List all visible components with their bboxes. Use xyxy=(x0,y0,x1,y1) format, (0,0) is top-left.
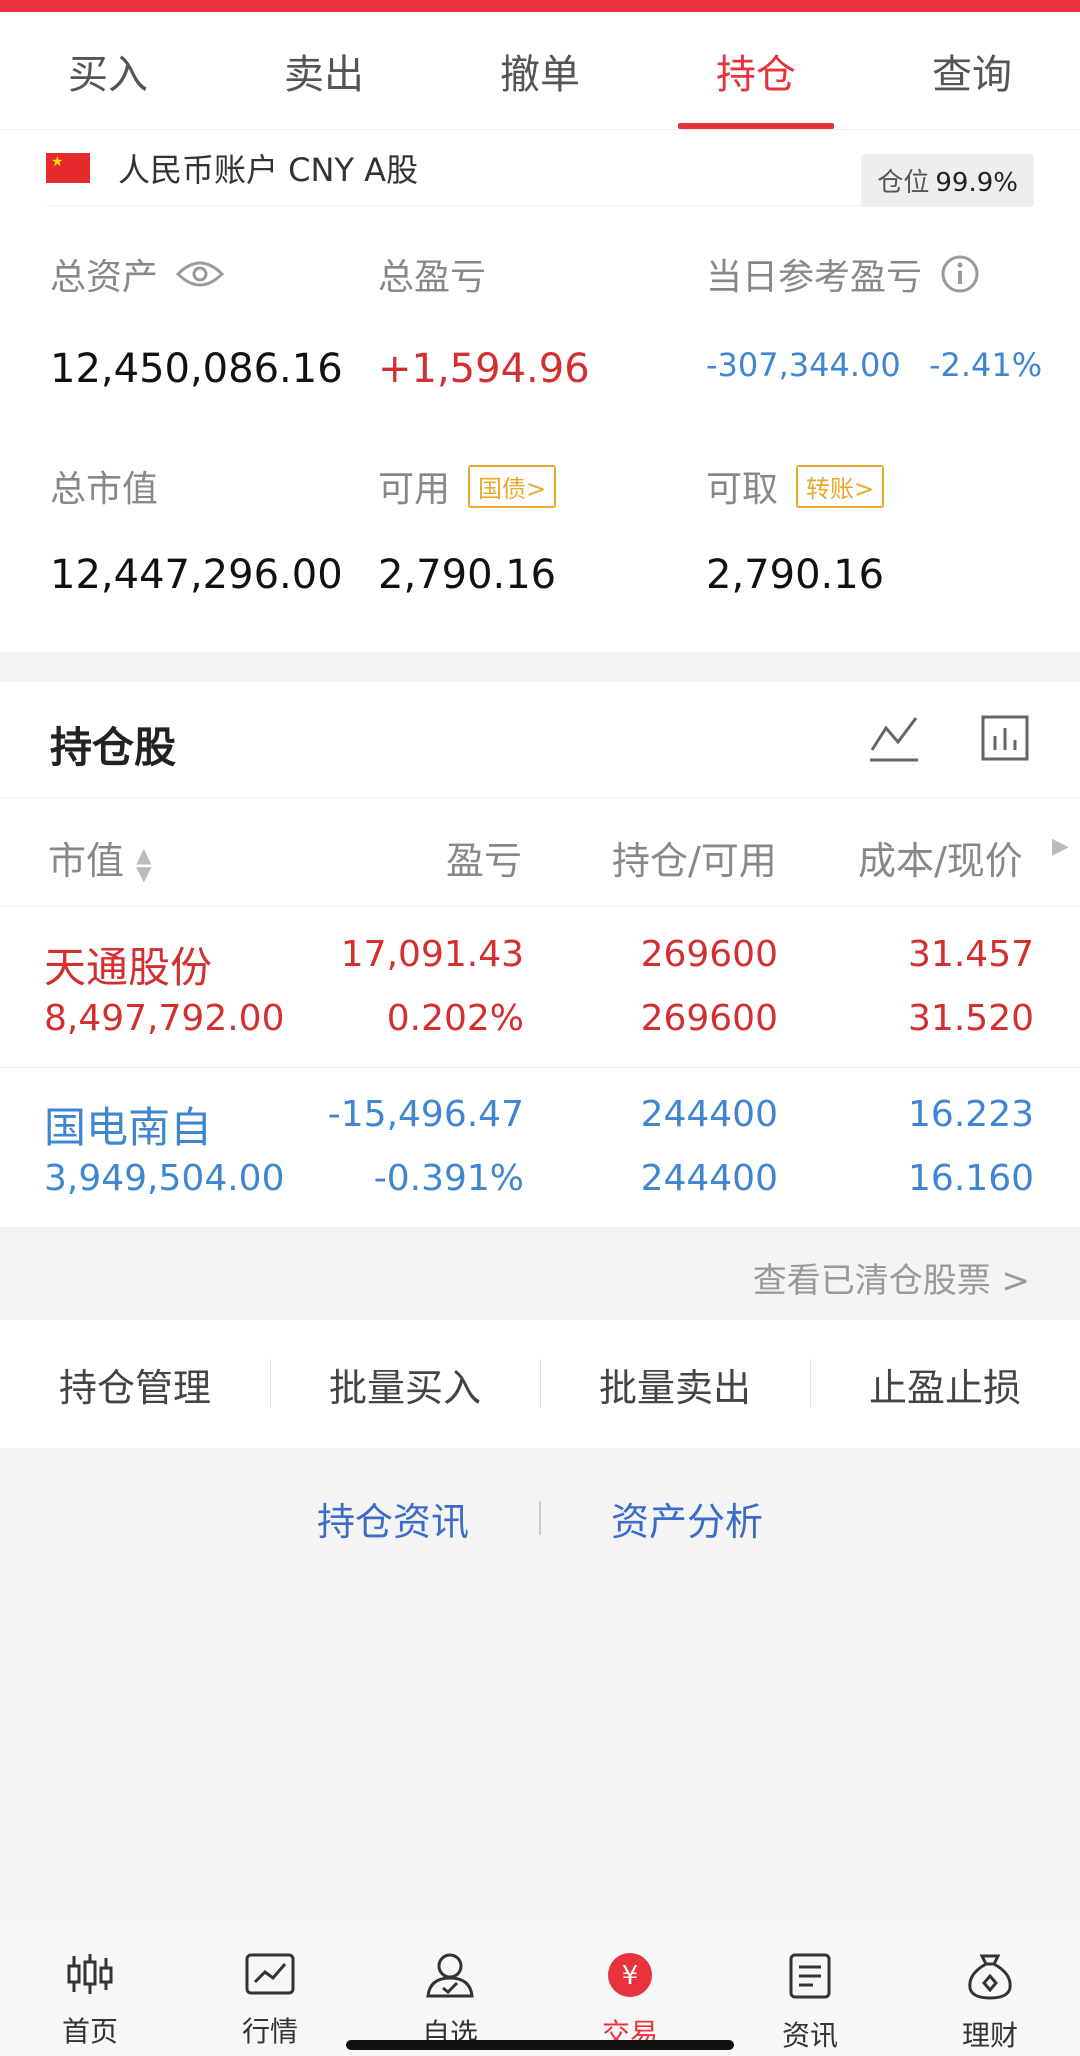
total-assets: 总资产 12,450,086.16 xyxy=(50,257,343,392)
candlestick-icon xyxy=(65,1952,115,2000)
column-pnl: 盈亏 xyxy=(446,839,523,883)
available-funds: 可用 国债> 2,790.16 xyxy=(378,460,557,598)
position-ratio-badge: 仓位 99.9% xyxy=(861,154,1034,207)
market-value: 总市值 12,447,296.00 xyxy=(50,469,343,598)
total-pnl: 总盈亏 +1,594.96 xyxy=(378,257,590,392)
svg-text:¥: ¥ xyxy=(622,1961,639,1991)
moneybag-icon xyxy=(964,1952,1016,2004)
holdings-title: 持仓股 xyxy=(50,723,177,772)
tab-query[interactable]: 查询 xyxy=(864,12,1080,129)
top-accent-bar xyxy=(0,0,1080,12)
home-indicator xyxy=(346,2040,734,2050)
link-divider xyxy=(539,1501,541,1535)
person-icon xyxy=(424,1952,476,2002)
trade-tabs: 买入 卖出 撤单 持仓 查询 xyxy=(0,12,1080,130)
transfer-tag[interactable]: 转账> xyxy=(796,464,885,508)
eye-icon[interactable] xyxy=(176,258,225,290)
yuan-icon: ¥ xyxy=(604,1952,656,2002)
table-row[interactable]: 国电南自 3,949,504.00 -15,496.47 -0.391% 244… xyxy=(0,1068,1080,1228)
position-management-button[interactable]: 持仓管理 xyxy=(0,1357,270,1412)
withdrawable-funds: 可取 转账> 2,790.16 xyxy=(706,460,885,598)
nav-home[interactable]: 首页 xyxy=(0,1920,180,2056)
nav-watchlist[interactable]: 自选 xyxy=(360,1920,540,2056)
info-icon[interactable] xyxy=(940,254,980,294)
china-flag-icon: ★ xyxy=(46,152,90,183)
column-market-value[interactable]: 市值 ▲ ▼ xyxy=(48,830,152,885)
account-summary: ★ 人民币账户 CNY A股 仓位 99.9% 总资产 12,450,086.16… xyxy=(0,130,1080,652)
sort-icon: ▲ ▼ xyxy=(136,842,152,885)
line-chart-icon[interactable] xyxy=(868,712,920,768)
nav-trade[interactable]: ¥ 交易 xyxy=(540,1920,720,2056)
nav-market[interactable]: 行情 xyxy=(180,1920,360,2056)
batch-buy-button[interactable]: 批量买入 xyxy=(270,1357,540,1412)
footer-links: 持仓资讯 资产分析 xyxy=(0,1448,1080,1588)
scroll-right-icon[interactable]: ▶ xyxy=(1052,834,1069,859)
tab-sell[interactable]: 卖出 xyxy=(216,12,432,129)
position-actions: 持仓管理 批量买入 批量卖出 止盈止损 xyxy=(0,1320,1080,1448)
column-position: 持仓/可用 xyxy=(612,839,777,883)
bar-chart-icon[interactable] xyxy=(980,712,1030,768)
batch-sell-button[interactable]: 批量卖出 xyxy=(540,1357,810,1412)
cleared-stocks-link[interactable]: 查看已清仓股票 > xyxy=(0,1227,1080,1320)
document-icon xyxy=(787,1952,833,2004)
tab-positions[interactable]: 持仓 xyxy=(648,12,864,129)
tab-cancel-order[interactable]: 撤单 xyxy=(432,12,648,129)
nav-wealth[interactable]: 理财 xyxy=(900,1920,1080,2056)
position-news-link[interactable]: 持仓资讯 xyxy=(317,1491,469,1546)
chart-icon xyxy=(244,1952,296,2000)
holdings-column-header: 市值 ▲ ▼ 盈亏 持仓/可用 成本/现价 ▶ xyxy=(0,797,1080,907)
daily-pnl: 当日参考盈亏 -307,344.00 -2.41% xyxy=(706,248,1042,384)
bottom-navigation: 首页 行情 自选 ¥ 交易 资讯 理财 xyxy=(0,1920,1080,2056)
table-row[interactable]: 天通股份 8,497,792.00 17,091.43 0.202% 26960… xyxy=(0,908,1080,1068)
treasury-bond-tag[interactable]: 国债> xyxy=(468,464,557,508)
holdings-card: 持仓股 市值 ▲ ▼ 盈亏 持仓/可用 成本/现价 ▶ 天通股份 8,497,79… xyxy=(0,682,1080,1228)
take-profit-stop-loss-button[interactable]: 止盈止损 xyxy=(810,1357,1080,1412)
asset-analysis-link[interactable]: 资产分析 xyxy=(611,1491,763,1546)
nav-news[interactable]: 资讯 xyxy=(720,1920,900,2056)
column-cost-price: 成本/现价 xyxy=(858,839,1023,883)
account-name: 人民币账户 CNY A股 xyxy=(118,150,419,189)
account-selector[interactable]: ★ 人民币账户 CNY A股 仓位 99.9% xyxy=(46,130,1034,207)
tab-buy[interactable]: 买入 xyxy=(0,12,216,129)
